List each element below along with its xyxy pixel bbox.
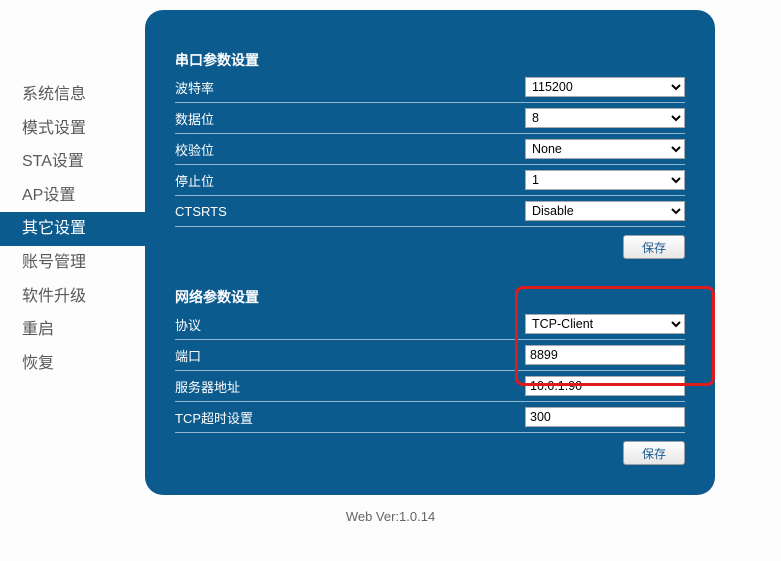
- sidebar-item-mode[interactable]: 模式设置: [0, 112, 145, 146]
- serial-section-title: 串口参数设置: [175, 50, 685, 70]
- row-parity: 校验位 None: [175, 134, 685, 165]
- serial-save-button[interactable]: 保存: [623, 235, 685, 259]
- protocol-label: 协议: [175, 315, 405, 334]
- settings-panel: 串口参数设置 波特率 115200 数据位 8 校验位 None 停止位 1: [145, 10, 715, 495]
- row-baud: 波特率 115200: [175, 72, 685, 103]
- sidebar-item-reboot[interactable]: 重启: [0, 313, 145, 347]
- timeout-input[interactable]: [525, 407, 685, 427]
- row-ctsrts: CTSRTS Disable: [175, 196, 685, 227]
- row-databits: 数据位 8: [175, 103, 685, 134]
- server-label: 服务器地址: [175, 377, 405, 396]
- sidebar-item-sta[interactable]: STA设置: [0, 145, 145, 179]
- sidebar: 系统信息 模式设置 STA设置 AP设置 其它设置 账号管理 软件升级 重启 恢…: [0, 10, 145, 495]
- row-port: 端口: [175, 340, 685, 371]
- network-section-title: 网络参数设置: [175, 287, 685, 307]
- sidebar-item-other[interactable]: 其它设置: [0, 212, 145, 246]
- sidebar-item-sysinfo[interactable]: 系统信息: [0, 78, 145, 112]
- parity-select[interactable]: None: [525, 139, 685, 159]
- ctsrts-label: CTSRTS: [175, 204, 405, 219]
- sidebar-item-upgrade[interactable]: 软件升级: [0, 280, 145, 314]
- ctsrts-select[interactable]: Disable: [525, 201, 685, 221]
- baud-label: 波特率: [175, 78, 405, 97]
- port-input[interactable]: [525, 345, 685, 365]
- footer-version: Web Ver:1.0.14: [0, 509, 781, 524]
- server-input[interactable]: [525, 376, 685, 396]
- databits-label: 数据位: [175, 109, 405, 128]
- parity-label: 校验位: [175, 140, 405, 159]
- baud-select[interactable]: 115200: [525, 77, 685, 97]
- row-stopbits: 停止位 1: [175, 165, 685, 196]
- databits-select[interactable]: 8: [525, 108, 685, 128]
- stopbits-label: 停止位: [175, 171, 405, 190]
- port-label: 端口: [175, 346, 405, 365]
- row-server: 服务器地址: [175, 371, 685, 402]
- row-timeout: TCP超时设置: [175, 402, 685, 433]
- stopbits-select[interactable]: 1: [525, 170, 685, 190]
- row-protocol: 协议 TCP-Client: [175, 309, 685, 340]
- sidebar-item-ap[interactable]: AP设置: [0, 179, 145, 213]
- protocol-select[interactable]: TCP-Client: [525, 314, 685, 334]
- sidebar-item-restore[interactable]: 恢复: [0, 347, 145, 381]
- network-save-button[interactable]: 保存: [623, 441, 685, 465]
- sidebar-item-account[interactable]: 账号管理: [0, 246, 145, 280]
- timeout-label: TCP超时设置: [175, 408, 405, 427]
